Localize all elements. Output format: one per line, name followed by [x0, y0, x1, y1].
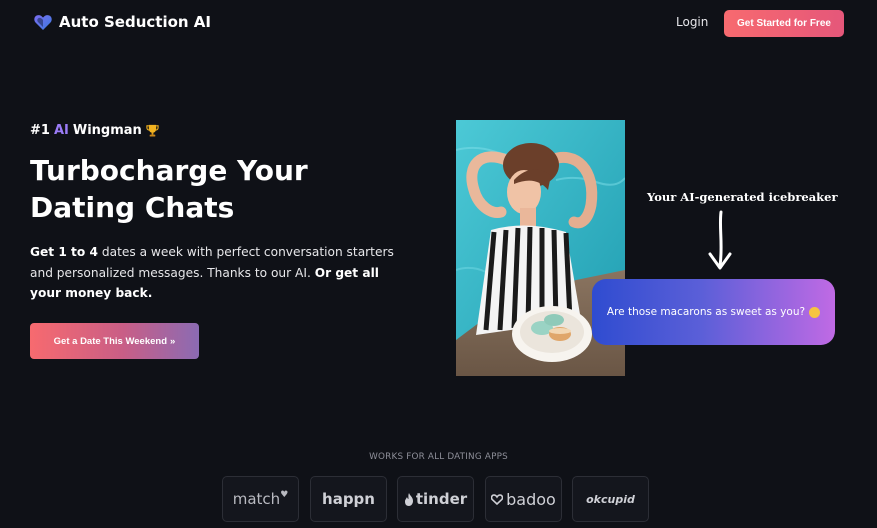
app-tinder: tinder	[397, 476, 474, 522]
app-happn: happn	[310, 476, 387, 522]
works-for-label: WORKS FOR ALL DATING APPS	[369, 452, 508, 462]
hero-description: Get 1 to 4 dates a week with perfect con…	[30, 242, 410, 304]
app-badoo: badoo	[485, 476, 562, 522]
get-started-button[interactable]: Get Started for Free	[724, 10, 844, 37]
tinder-logo: tinder	[415, 490, 468, 508]
login-link[interactable]: Login	[676, 15, 708, 29]
icebreaker-label: Your AI-generated icebreaker	[647, 190, 838, 204]
get-a-date-label: Get a Date This Weekend	[53, 335, 168, 347]
desc-highlight: Get 1 to 4	[30, 245, 98, 259]
badoo-heart-icon	[491, 493, 504, 505]
trophy-icon	[146, 124, 159, 137]
heart-icon: ♥	[280, 490, 289, 500]
brand-logo[interactable]: Auto Seduction AI	[33, 12, 211, 32]
icebreaker-message: Are those macarons as sweet as you?	[606, 306, 806, 318]
icebreaker-bubble: Are those macarons as sweet as you?	[592, 279, 835, 345]
flame-icon	[404, 492, 413, 506]
blushing-face-icon	[809, 306, 821, 318]
badoo-logo: badoo	[506, 489, 556, 509]
match-logo: match	[232, 490, 281, 508]
double-chevron-right-icon: »	[170, 335, 176, 347]
app-match: match ♥	[222, 476, 299, 522]
badge-ai: AI	[53, 123, 69, 138]
app-okcupid: okcupid	[572, 476, 649, 522]
badge-suffix: Wingman	[72, 123, 142, 138]
wingman-badge: #1 AI Wingman	[30, 123, 159, 138]
happn-logo: happn	[322, 490, 375, 508]
brand-name: Auto Seduction AI	[59, 13, 211, 31]
hero-title: Turbocharge Your Dating Chats	[30, 154, 308, 224]
get-a-date-button[interactable]: Get a Date This Weekend »	[30, 323, 199, 359]
down-arrow-icon	[708, 210, 732, 270]
okcupid-logo: okcupid	[586, 492, 635, 506]
heart-logo-icon	[34, 15, 52, 30]
badge-prefix: #1	[30, 123, 50, 138]
